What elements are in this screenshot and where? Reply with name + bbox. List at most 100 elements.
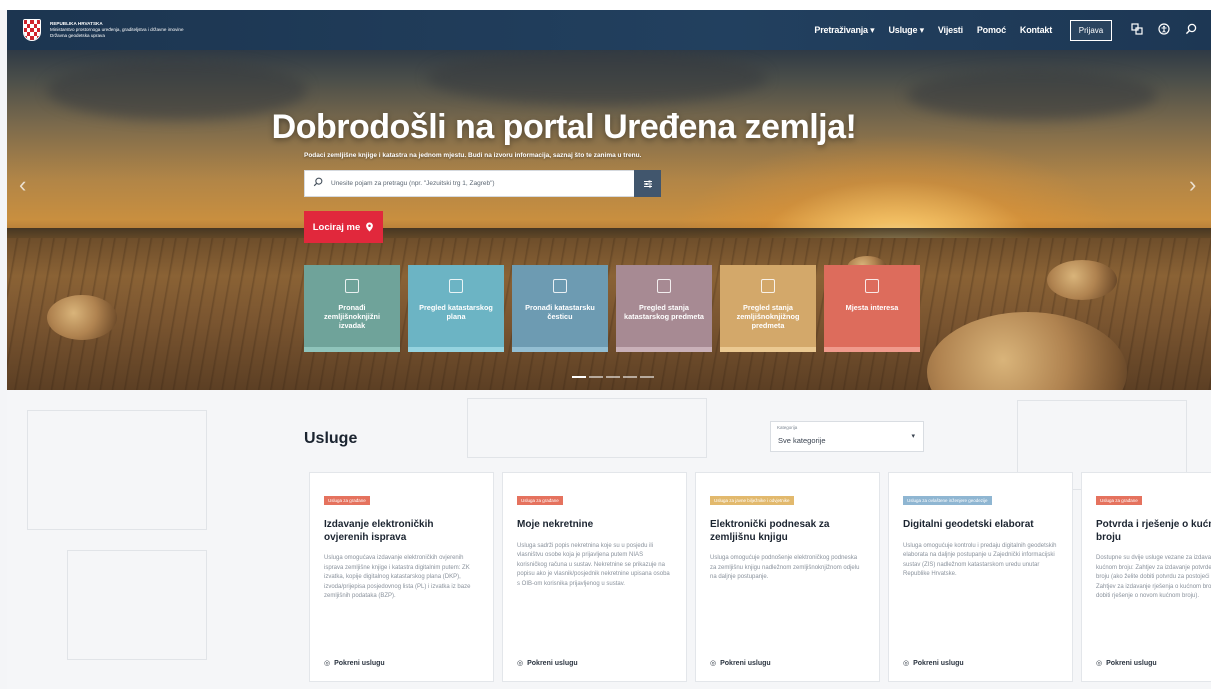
nav-item-pomoc[interactable]: Pomoć: [977, 25, 1006, 35]
tile-label: Pregled stanja katastarskog predmeta: [624, 303, 704, 321]
services-title: Usluge: [304, 430, 358, 447]
tile-mjesta-interesa[interactable]: Mjesta interesa: [824, 265, 920, 352]
start-service-link[interactable]: ◎ Pokreni uslugu: [324, 659, 385, 667]
logo-text: REPUBLIKA HRVATSKA Ministarstvo prostorn…: [50, 21, 184, 39]
service-badge: Usluga za građane: [517, 496, 563, 505]
nav-item-kontakt[interactable]: Kontakt: [1020, 25, 1052, 35]
service-badge: Usluga za javne bilježnike i odvjetnike: [710, 496, 794, 505]
tile-bar: [616, 347, 712, 352]
tile-bar: [720, 347, 816, 352]
search-icon[interactable]: [1184, 23, 1198, 38]
service-card: Usluga za ovlaštene inženjere geodezije …: [888, 472, 1073, 682]
chevron-down-icon: ▾: [911, 433, 915, 440]
service-card: Usluga za građane Moje nekretnine Usluga…: [502, 472, 687, 682]
carousel-indicators: [572, 376, 657, 378]
carousel-dot[interactable]: [572, 376, 586, 378]
service-card-title: Elektronički podnesak za zemljišnu knjig…: [710, 519, 830, 543]
book-icon: [657, 279, 671, 293]
service-badge: Usluga za građane: [324, 496, 370, 505]
sliders-icon: [643, 180, 652, 187]
locate-me-button[interactable]: Lociraj me: [304, 211, 383, 243]
quick-links: Pronađi zemljišnoknjižni izvadak Pregled…: [304, 265, 928, 352]
points-of-interest-icon: [865, 279, 879, 293]
nav-item-usluge[interactable]: Usluge ▾: [888, 25, 924, 36]
category-select-value: Sve kategorije: [778, 436, 826, 445]
start-service-label: Pokreni uslugu: [527, 660, 578, 667]
tile-bar: [512, 347, 608, 352]
tile-label: Pregled katastarskog plana: [419, 303, 493, 321]
tile-label: Pronađi zemljišnoknjižni izvadak: [324, 303, 380, 330]
logo-line-3: Državna geodetska uprava: [50, 33, 105, 38]
play-circle-icon: ◎: [1096, 660, 1103, 667]
service-card-desc: Usluga sadrži popis nekretnina koje su u…: [517, 542, 670, 587]
service-card: Usluga za građane Izdavanje elektronički…: [309, 472, 494, 682]
nav-item-pretrazivanja[interactable]: Pretraživanja ▾: [814, 25, 874, 36]
play-circle-icon: ◎: [517, 660, 524, 667]
background-map-pattern: [27, 410, 207, 530]
carousel-dot[interactable]: [606, 376, 620, 378]
carousel-next-icon[interactable]: ›: [1189, 172, 1196, 198]
service-badge: Usluga za građane: [1096, 496, 1142, 505]
start-service-link[interactable]: ◎ Pokreni uslugu: [517, 659, 578, 667]
tile-bar: [824, 347, 920, 352]
croatian-coat-of-arms-icon: [23, 19, 41, 41]
services-section: Usluge Kategorija Sve kategorije ▾ Uslug…: [7, 390, 1211, 689]
play-circle-icon: ◎: [903, 660, 910, 667]
background-map-pattern: [467, 398, 707, 458]
carousel-prev-icon[interactable]: ‹: [19, 172, 26, 198]
page-top-strip: [0, 0, 1211, 10]
service-card-title: Potvrda i rješenje o kućnom broju: [1096, 519, 1211, 543]
tile-katastarski-predmet[interactable]: Pregled stanja katastarskog predmeta: [616, 265, 712, 352]
map-icon: [449, 279, 463, 293]
locate-me-label: Lociraj me: [312, 221, 361, 233]
tile-katastarska-cestica[interactable]: Pronađi katastarsku česticu: [512, 265, 608, 352]
start-service-label: Pokreni uslugu: [334, 660, 385, 667]
carousel-dot[interactable]: [589, 376, 603, 378]
carousel-dot[interactable]: [623, 376, 637, 378]
service-card-desc: Usluga omogućuje kontrolu i predaju digi…: [903, 542, 1057, 578]
search-input[interactable]: Unesite pojam za pretragu (npr. "Jezuits…: [331, 180, 634, 187]
start-service-label: Pokreni uslugu: [720, 660, 771, 667]
site-logo[interactable]: REPUBLIKA HRVATSKA Ministarstvo prostorn…: [23, 19, 184, 41]
service-cards: Usluga za građane Izdavanje elektronički…: [309, 472, 1211, 682]
carousel-dot[interactable]: [640, 376, 654, 378]
tile-label: Pronađi katastarsku česticu: [525, 303, 595, 321]
tile-zk-izvadak[interactable]: Pronađi zemljišnoknjižni izvadak: [304, 265, 400, 352]
hero-banner: ‹ › Dobrodošli na portal Uređena zemlja!…: [7, 50, 1211, 390]
tile-zk-predmet[interactable]: Pregled stanja zemljišnoknjižnog predmet…: [720, 265, 816, 352]
start-service-label: Pokreni uslugu: [1106, 660, 1157, 667]
service-card-desc: Usluga omogućava izdavanje elektroničkih…: [324, 555, 471, 600]
filter-button[interactable]: [634, 170, 661, 197]
map-pin-icon: [366, 222, 374, 232]
hero-subtitle: Podaci zemljišne knjige i katastra na je…: [304, 152, 642, 159]
tile-bar: [408, 347, 504, 352]
main-menu: Pretraživanja ▾ Usluge ▾ Vijesti Pomoć K…: [814, 10, 1211, 50]
search-icon: [305, 177, 331, 190]
folder-icon: [761, 279, 775, 293]
category-select[interactable]: Kategorija Sve kategorije ▾: [770, 421, 924, 452]
parcel-search-icon: [553, 279, 567, 293]
nav-item-vijesti[interactable]: Vijesti: [938, 25, 963, 35]
tile-bar: [304, 347, 400, 352]
service-card: Usluga za građane Potvrda i rješenje o k…: [1081, 472, 1211, 682]
hero-cloud: [427, 50, 767, 105]
tile-label: Pregled stanja zemljišnoknjižnog predmet…: [736, 303, 800, 330]
hay-bale-image: [47, 295, 117, 340]
translate-icon[interactable]: [1130, 22, 1144, 38]
hay-bale-image: [1047, 260, 1117, 300]
service-badge: Usluga za ovlaštene inženjere geodezije: [903, 496, 992, 505]
login-button[interactable]: Prijava: [1070, 19, 1112, 41]
accessibility-icon[interactable]: [1157, 22, 1171, 38]
hero-title: Dobrodošli na portal Uređena zemlja!: [271, 108, 857, 146]
top-navbar: REPUBLIKA HRVATSKA Ministarstvo prostorn…: [7, 10, 1211, 50]
start-service-link[interactable]: ◎ Pokreni uslugu: [710, 659, 771, 667]
background-map-pattern: [67, 550, 207, 660]
hero-search-bar: Unesite pojam za pretragu (npr. "Jezuits…: [304, 170, 661, 197]
start-service-link[interactable]: ◎ Pokreni uslugu: [1096, 659, 1157, 667]
start-service-link[interactable]: ◎ Pokreni uslugu: [903, 659, 964, 667]
tile-katastarski-plan[interactable]: Pregled katastarskog plana: [408, 265, 504, 352]
document-icon: [345, 279, 359, 293]
play-circle-icon: ◎: [324, 660, 331, 667]
play-circle-icon: ◎: [710, 660, 717, 667]
category-select-label: Kategorija: [777, 425, 798, 430]
